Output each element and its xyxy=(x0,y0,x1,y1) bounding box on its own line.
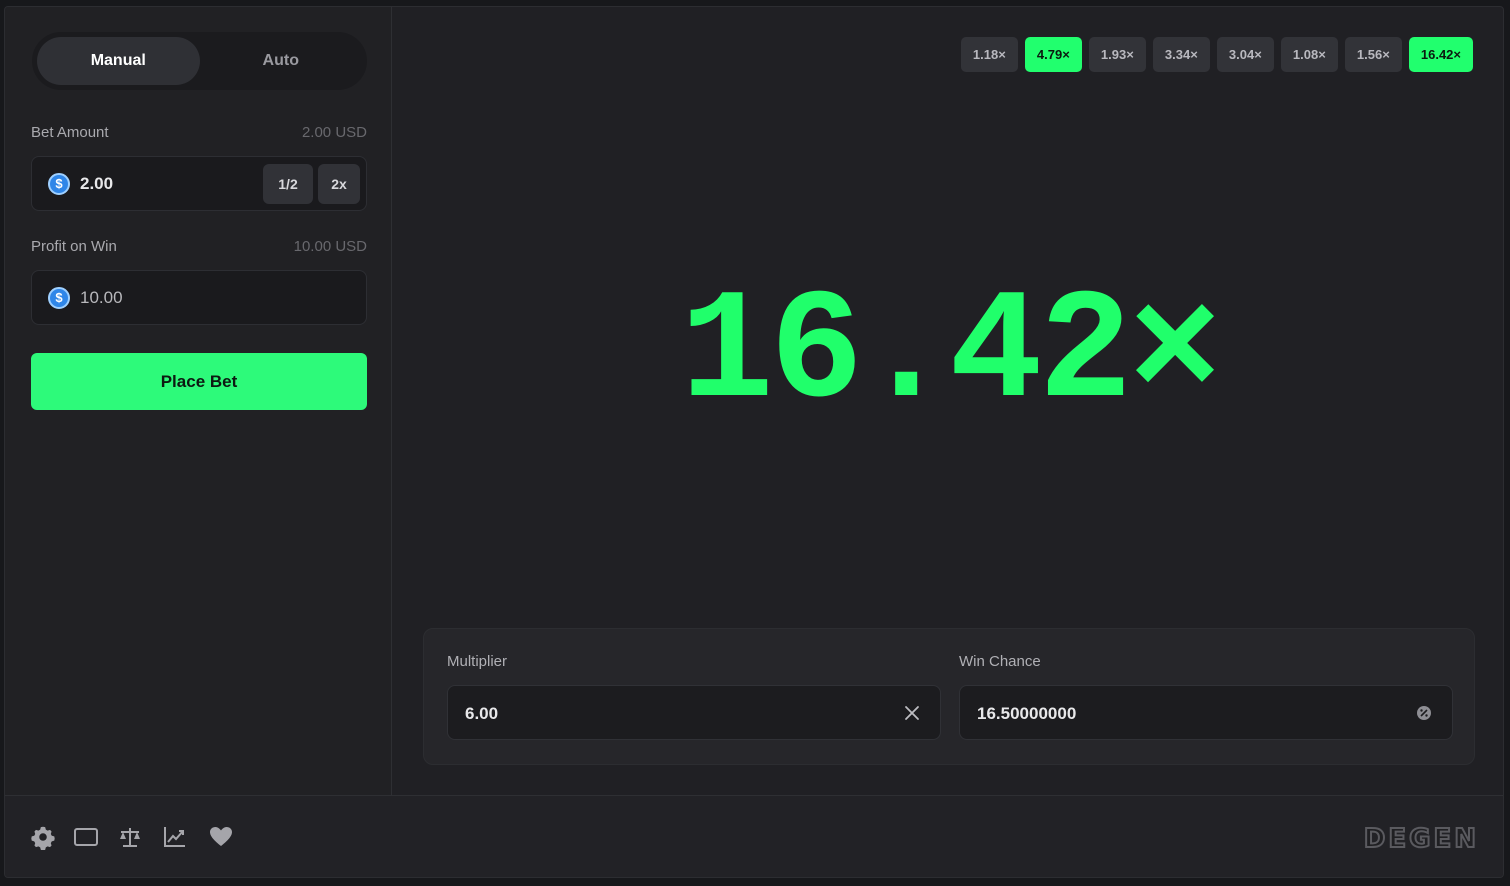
bet-amount-input[interactable]: $ 2.00 1/2 2x xyxy=(31,156,367,211)
place-bet-button[interactable]: Place Bet xyxy=(31,353,367,410)
chart-icon[interactable] xyxy=(162,824,188,850)
multiplier-value[interactable]: 6.00 xyxy=(465,704,498,724)
bet-amount-usd: 2.00 USD xyxy=(301,124,367,141)
close-icon xyxy=(902,703,922,723)
bet-panel: Manual Auto Bet Amount 2.00 USD $ 2.00 1… xyxy=(5,7,392,795)
history-chip: 3.34× xyxy=(1152,37,1210,72)
window-icon[interactable] xyxy=(73,824,99,850)
win-chance-label: Win Chance xyxy=(959,653,1041,670)
bet-amount-value[interactable]: 2.00 xyxy=(80,174,113,194)
tab-auto[interactable]: Auto xyxy=(200,37,363,85)
profit-input[interactable]: $ 10.00 xyxy=(31,270,367,325)
balance-scale-icon[interactable] xyxy=(117,824,143,850)
win-chance-input[interactable]: 16.50000000 xyxy=(959,685,1453,740)
history-chip: 1.93× xyxy=(1088,37,1146,72)
profit-on-win-label: Profit on Win xyxy=(31,238,117,255)
multiplier-label: Multiplier xyxy=(447,653,508,670)
history-chip: 16.42× xyxy=(1408,37,1473,72)
result-history: 1.18× 4.79× 1.93× 3.34× 3.04× 1.08× 1.56… xyxy=(960,37,1473,72)
gear-icon[interactable] xyxy=(30,824,56,851)
heart-icon[interactable] xyxy=(208,824,234,850)
usd-coin-icon: $ xyxy=(48,287,70,309)
history-chip: 1.56× xyxy=(1344,37,1402,72)
game-window: Manual Auto Bet Amount 2.00 USD $ 2.00 1… xyxy=(4,6,1504,878)
bet-amount-label: Bet Amount xyxy=(31,124,109,141)
multiplier-input[interactable]: 6.00 xyxy=(447,685,941,740)
history-chip: 4.79× xyxy=(1024,37,1082,72)
profit-usd: 10.00 USD xyxy=(293,238,367,255)
degen-logo: DEGEN xyxy=(1363,823,1479,855)
footer-bar: DEGEN xyxy=(5,795,1503,877)
tab-manual[interactable]: Manual xyxy=(37,37,200,85)
double-bet-button[interactable]: 2x xyxy=(318,164,360,204)
history-chip: 3.04× xyxy=(1216,37,1274,72)
half-bet-button[interactable]: 1/2 xyxy=(263,164,313,204)
usd-coin-icon: $ xyxy=(48,173,70,195)
win-chance-value[interactable]: 16.50000000 xyxy=(977,704,1076,724)
game-controls: Multiplier 6.00 Win Chance 16.50000000 xyxy=(423,628,1475,765)
result-multiplier: 16.42× xyxy=(680,265,1222,442)
percent-icon xyxy=(1414,703,1434,723)
mode-toggle: Manual Auto xyxy=(32,32,367,90)
history-chip: 1.08× xyxy=(1280,37,1338,72)
history-chip: 1.18× xyxy=(960,37,1018,72)
profit-value: 10.00 xyxy=(80,288,123,307)
